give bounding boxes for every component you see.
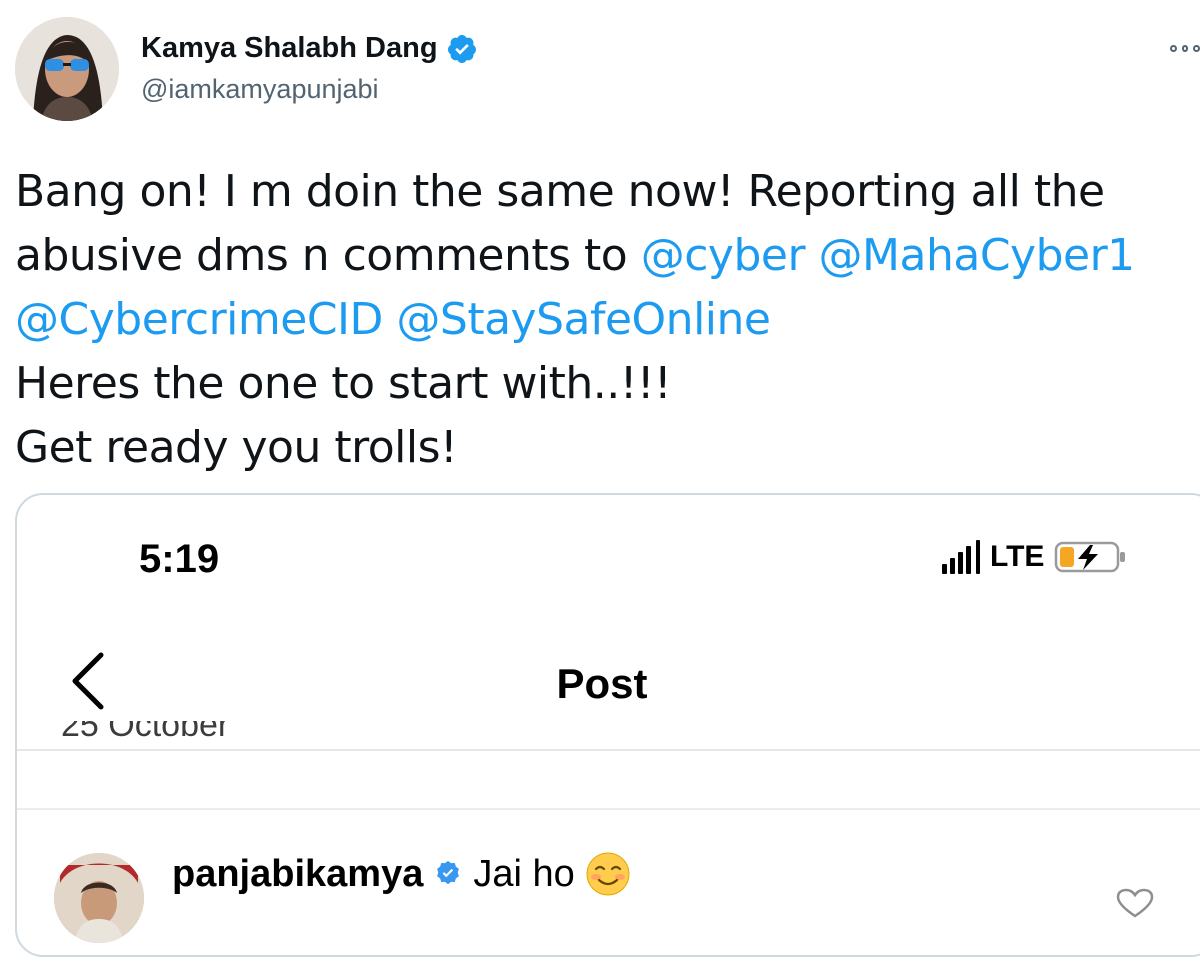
tweet-text-segment (805, 230, 819, 281)
verified-badge-icon (437, 860, 460, 885)
smiling-face-emoji (586, 852, 630, 896)
mention-link[interactable]: @cyber (641, 230, 806, 281)
author-name-text: Kamya Shalabh Dang (141, 32, 438, 64)
mention-link[interactable]: @CybercrimeCID (15, 294, 383, 345)
tweet-text-segment: Get ready you trolls! (15, 422, 458, 473)
comment-avatar[interactable] (54, 853, 144, 943)
post-date-text: 25 October (61, 721, 230, 744)
tweet-text-line: Get ready you trolls! (15, 416, 1190, 480)
tweet-text-segment: Bang on! I m doin the same now! Reportin… (15, 166, 1105, 217)
comment-text: Jai ho (473, 852, 575, 895)
tweet-text-line: abusive dms n comments to @cyber @MahaCy… (15, 224, 1190, 288)
more-options-icon[interactable] (1170, 40, 1200, 56)
heart-icon[interactable] (1115, 888, 1155, 918)
post-date: 25 October (61, 721, 229, 761)
status-bar-indicators: LTE (942, 539, 1128, 575)
network-type: LTE (990, 540, 1045, 573)
comment-row: panjabikamya Jai ho (172, 851, 631, 897)
status-bar-time: 5:19 (139, 537, 220, 581)
author-name[interactable]: Kamya Shalabh Dang (141, 32, 478, 65)
tweet-text-segment: abusive dms n comments to (15, 230, 641, 281)
battery-charging-icon (1055, 541, 1126, 573)
tweet-text-line: Heres the one to start with..!!! (15, 352, 1190, 416)
verified-badge-icon (447, 34, 476, 63)
page-title: Post (17, 660, 1200, 708)
mention-link[interactable]: @MahaCyber1 (819, 230, 1136, 281)
tweet-text-line: Bang on! I m doin the same now! Reportin… (15, 160, 1190, 224)
section-divider (17, 808, 1200, 810)
mention-link[interactable]: @StaySafeOnline (396, 294, 771, 345)
tweet-text: Bang on! I m doin the same now! Reportin… (15, 160, 1190, 480)
tweet-text-segment: Heres the one to start with..!!! (15, 358, 672, 409)
nav-divider (17, 749, 1200, 751)
page-title-text: Post (556, 660, 648, 707)
author-handle[interactable]: @iamkamyapunjabi (141, 74, 379, 105)
cell-signal-icon (942, 540, 980, 574)
tweet-text-segment (383, 294, 397, 345)
comment-username[interactable]: panjabikamya (172, 853, 423, 896)
tweet-media-image[interactable]: 5:19 LTE Post 25 October panjabikamya Ja… (15, 493, 1200, 957)
tweet-text-line: @CybercrimeCID @StaySafeOnline (15, 288, 1190, 352)
author-avatar[interactable] (15, 17, 119, 121)
